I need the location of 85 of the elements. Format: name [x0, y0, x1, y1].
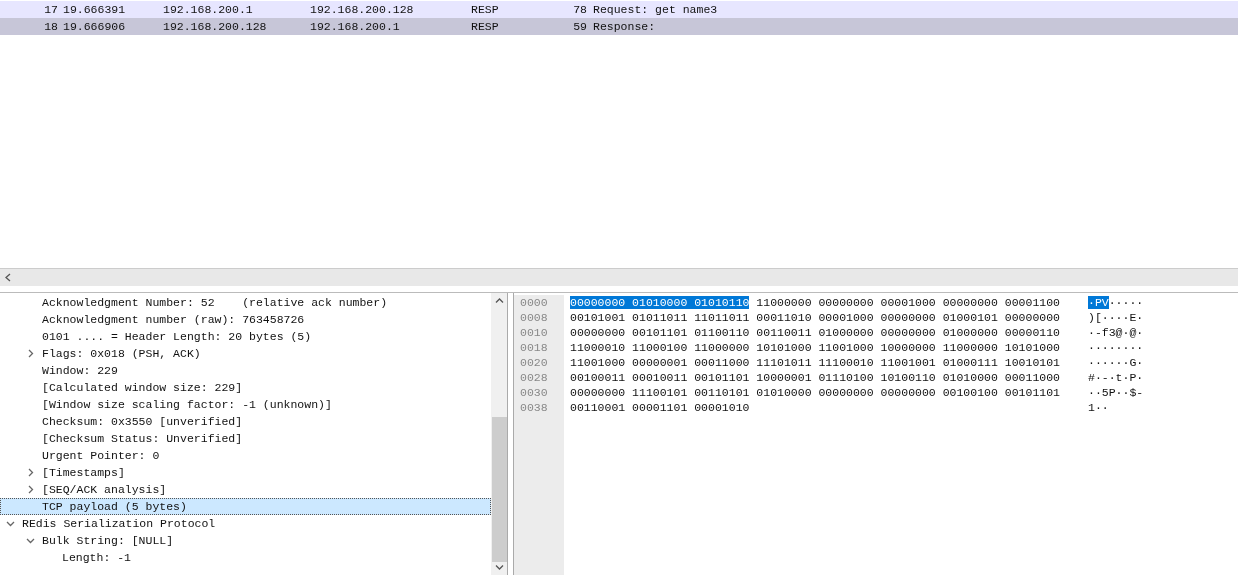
tree-item-label: Urgent Pointer: 0 — [42, 449, 160, 462]
tree-row[interactable]: [SEQ/ACK analysis] — [0, 481, 491, 498]
packet-info: Response: — [593, 20, 656, 33]
byte-offset: 0020 — [520, 355, 549, 370]
tree-item-label: Bulk String: [NULL] — [42, 534, 174, 547]
byte-offset: 0000 — [520, 295, 549, 310]
packet-time: 19.666391 — [63, 3, 127, 16]
chevron-right-icon[interactable] — [26, 468, 35, 477]
byte-values[interactable]: 11000000 00000000 00001000 00000000 00001100 — [749, 296, 1060, 309]
tree-item-label: Flags: 0x018 (PSH, ACK) — [42, 347, 201, 360]
chevron-right-icon[interactable] — [26, 349, 35, 358]
tree-row[interactable]: Acknowledgment Number: 52 (relative ack number) — [0, 294, 491, 311]
byte-values[interactable]: 11001000 00000001 00011000 11101011 11100010 11001001 01000111 10010101 — [570, 356, 1060, 369]
byte-offset: 0028 — [520, 370, 549, 385]
byte-values[interactable]: 00100011 00010011 00101101 10000001 01110100 10100110 01010000 00011000 — [570, 371, 1060, 384]
tree-item-label: Length: -1 — [62, 551, 131, 564]
chevron-down-icon[interactable] — [6, 519, 15, 528]
chevron-down-icon[interactable] — [26, 536, 35, 545]
tree-row[interactable]: Checksum: 0x3550 [unverified] — [0, 413, 491, 430]
tree-row[interactable]: Acknowledgment number (raw): 763458726 — [0, 311, 491, 328]
tree-row[interactable]: [Timestamps] — [0, 464, 491, 481]
chevron-right-icon[interactable] — [26, 485, 35, 494]
ascii-text[interactable]: ·-f3@·@· — [1088, 326, 1144, 339]
tree-item-label: 0101 .... = Header Length: 20 bytes (5) — [42, 330, 312, 343]
tree-row[interactable]: Urgent Pointer: 0 — [0, 447, 491, 464]
packet-source: 192.168.200.1 — [163, 3, 254, 16]
byte-values[interactable]: 00101001 01011011 11011011 00011010 00001000 00000000 01000101 00000000 — [570, 311, 1060, 324]
byte-offset: 0030 — [520, 385, 549, 400]
packet-length: 78 — [572, 3, 587, 16]
packet-destination: 192.168.200.128 — [310, 3, 415, 16]
tree-item-label: Acknowledgment number (raw): 763458726 — [42, 313, 305, 326]
ascii-text[interactable]: 1·· — [1088, 401, 1109, 414]
horizontal-scrollbar[interactable] — [0, 268, 1238, 286]
ascii-text[interactable]: ··5P··$- — [1088, 386, 1144, 399]
packet-time: 19.666906 — [63, 20, 127, 33]
tree-row[interactable]: Window: 229 — [0, 362, 491, 379]
tree-item-label: [Checksum Status: Unverified] — [42, 432, 243, 445]
byte-values[interactable]: 00000000 00101101 01100110 00110011 01000000 00000000 01000000 00000110 — [570, 326, 1060, 339]
packet-destination: 192.168.200.1 — [310, 20, 401, 33]
tree-row[interactable]: TCP payload (5 bytes) — [0, 498, 491, 515]
byte-offset: 0038 — [520, 400, 549, 415]
packet-info: Request: get name3 — [593, 3, 718, 16]
selected-bytes[interactable]: 00000000 01010000 01010110 — [570, 296, 750, 309]
scroll-left-icon[interactable] — [4, 273, 12, 282]
byte-values[interactable]: 11000010 11000100 11000000 10101000 11001000 10000000 11000000 10101000 — [570, 341, 1060, 354]
vertical-scrollbar[interactable] — [491, 293, 507, 575]
byte-offset: 0018 — [520, 340, 549, 355]
tree-row[interactable]: REdis Serialization Protocol — [0, 515, 491, 532]
tree-row[interactable]: Length: -1 — [0, 549, 491, 566]
scroll-down-icon[interactable] — [494, 564, 504, 571]
tree-row[interactable]: [Calculated window size: 229] — [0, 379, 491, 396]
packet-row[interactable]: 18 19.666906 192.168.200.128 192.168.200.1 RESP 59 Response: — [0, 18, 1238, 35]
ascii-text[interactable]: ····· — [1108, 296, 1144, 309]
scrollbar-thumb[interactable] — [491, 417, 507, 562]
tree-row[interactable]: Flags: 0x018 (PSH, ACK) — [0, 345, 491, 362]
byte-offset: 0010 — [520, 325, 549, 340]
scroll-up-icon[interactable] — [494, 297, 504, 304]
tree-item-label: Window: 229 — [42, 364, 118, 377]
tree-item-label: TCP payload (5 bytes) — [42, 500, 187, 513]
tree-item-label: [SEQ/ACK analysis] — [42, 483, 167, 496]
tree-item-label: Checksum: 0x3550 [unverified] — [42, 415, 243, 428]
packet-row[interactable]: 17 19.666391 192.168.200.1 192.168.200.128 RESP 78 Request: get name3 — [0, 1, 1238, 18]
packet-source: 192.168.200.128 — [163, 20, 268, 33]
tree-item-label: [Calculated window size: 229] — [42, 381, 243, 394]
tree-row[interactable]: 0101 .... = Header Length: 20 bytes (5) — [0, 328, 491, 345]
tree-item-label: REdis Serialization Protocol — [22, 517, 216, 530]
ascii-text[interactable]: ········ — [1088, 341, 1144, 354]
tree-row[interactable]: [Checksum Status: Unverified] — [0, 430, 491, 447]
byte-offset: 0008 — [520, 310, 549, 325]
ascii-text[interactable]: ······G· — [1088, 356, 1144, 369]
tree-item-label: Acknowledgment Number: 52 (relative ack number) — [42, 296, 388, 309]
byte-values[interactable]: 00110001 00001101 00001010 — [570, 401, 750, 414]
packet-length: 59 — [572, 20, 587, 33]
tree-row[interactable]: [Window size scaling factor: -1 (unknown)] — [0, 396, 491, 413]
ascii-text[interactable]: #·-·t·P· — [1088, 371, 1144, 384]
tree-item-label: [Window size scaling factor: -1 (unknown)] — [42, 398, 332, 411]
byte-values[interactable]: 00000000 11100101 00110101 01010000 00000000 00000000 00100100 00101101 — [570, 386, 1060, 399]
packet-protocol: RESP — [471, 20, 500, 33]
packet-protocol: RESP — [471, 3, 500, 16]
tree-row[interactable]: Bulk String: [NULL] — [0, 532, 491, 549]
packet-number: 18 — [43, 20, 58, 33]
ascii-text[interactable]: )[····E· — [1088, 311, 1144, 324]
packet-number: 17 — [43, 3, 58, 16]
selected-ascii[interactable]: ·PV — [1088, 296, 1109, 309]
tree-item-label: [Timestamps] — [42, 466, 125, 479]
